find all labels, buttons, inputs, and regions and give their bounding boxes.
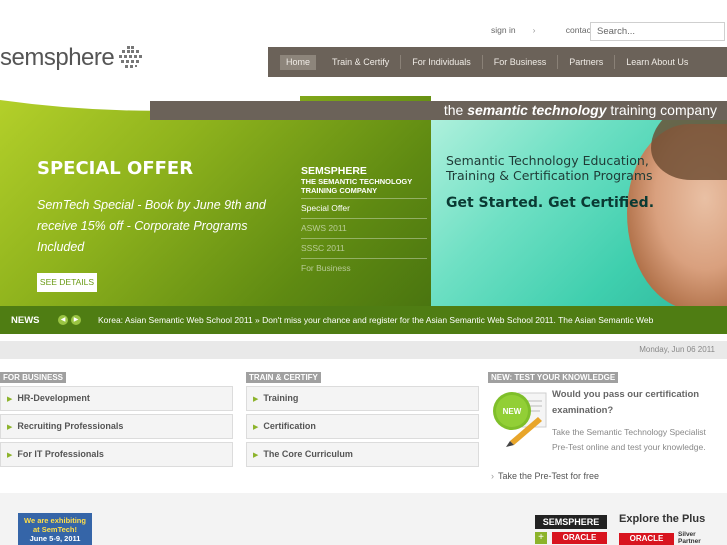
date-bar: Monday, Jun 06 2011: [0, 341, 727, 359]
side-menu-title: SEMSPHERE: [301, 165, 367, 177]
semtech-line1: We are exhibiting: [24, 516, 86, 525]
semtech-line3: June 5-9, 2011: [29, 534, 81, 543]
nav-for-individuals[interactable]: For Individuals: [401, 55, 483, 69]
triangle-right-icon: ▶: [7, 452, 13, 459]
silver-partner-label: Silver Partner: [678, 531, 701, 545]
list-item-it-professionals[interactable]: ▶ For IT Professionals: [0, 442, 233, 467]
hero-side-menu: SEMSPHERE THE SEMANTIC TECHNOLOGY TRAINI…: [301, 165, 427, 278]
pre-test-link-label: Take the Pre-Test for free: [498, 471, 600, 481]
hero-banner-title: Semantic Technology Education, Training …: [446, 153, 653, 183]
news-bar: NEWS ◀ ▶ Korea: Asian Semantic Web Schoo…: [0, 306, 727, 334]
triangle-right-icon: ▶: [253, 452, 259, 459]
list-item-label: The Core Curriculum: [263, 449, 353, 459]
for-business-heading: FOR BUSINESS: [0, 372, 67, 383]
news-label: NEWS: [11, 314, 40, 326]
list-item-label: HR-Development: [17, 393, 90, 403]
new-badge-text: NEW: [503, 407, 522, 416]
triangle-right-icon: ▶: [7, 396, 13, 403]
tagline-prefix: the: [443, 102, 468, 118]
list-item-label: Certification: [263, 421, 316, 431]
semtech-banner[interactable]: We are exhibiting at SemTech! June 5-9, …: [18, 513, 92, 545]
sign-in-link[interactable]: sign in ›: [491, 25, 549, 35]
triangle-right-icon: ▶: [253, 424, 259, 431]
tagline-suffix: training company: [606, 102, 717, 118]
logo-text: semsphere: [0, 44, 115, 71]
search-input[interactable]: [590, 22, 725, 41]
nav-for-business[interactable]: For Business: [483, 55, 559, 69]
oracle-plus-row: + ORACLE: [535, 532, 607, 544]
side-item-asws[interactable]: ASWS 2011: [301, 219, 427, 239]
new-badge-pencil-icon: NEW: [493, 392, 547, 447]
nav-partners[interactable]: Partners: [558, 55, 616, 69]
pre-test-link[interactable]: › Take the Pre-Test for free: [491, 471, 599, 481]
nav-home[interactable]: Home: [280, 54, 317, 70]
for-business-column: FOR BUSINESS ▶ HR-Development ▶ Recruiting…: [0, 367, 233, 470]
test-knowledge-heading: NEW: TEST YOUR KNOWLEDGE: [488, 372, 619, 383]
list-item-recruiting[interactable]: ▶ Recruiting Professionals: [0, 414, 233, 439]
hero-banner-image[interactable]: Semantic Technology Education, Training …: [431, 120, 727, 306]
side-item-for-business[interactable]: For Business: [301, 259, 427, 278]
plus-icon: +: [535, 532, 547, 544]
list-item-certification[interactable]: ▶ Certification: [246, 414, 479, 439]
see-details-button[interactable]: SEE DETAILS: [37, 273, 97, 292]
test-knowledge-column: NEW: TEST YOUR KNOWLEDGE NEW Would you p…: [488, 367, 727, 481]
list-item-training[interactable]: ▶ Training: [246, 386, 479, 411]
semsphere-logo: SEMSPHERE: [535, 515, 607, 529]
news-next-button[interactable]: ▶: [71, 315, 81, 325]
sign-in-label: sign in: [491, 25, 516, 35]
side-item-special-offer[interactable]: Special Offer: [301, 199, 427, 219]
main-nav: Home Train & Certify For Individuals For…: [268, 47, 727, 77]
list-item-hr-development[interactable]: ▶ HR-Development: [0, 386, 233, 411]
quiz-title: Would you pass our certification examina…: [552, 389, 700, 416]
partner-logos[interactable]: SEMSPHERE + ORACLE: [535, 515, 607, 544]
news-prev-button[interactable]: ◀: [58, 315, 68, 325]
logo[interactable]: semsphere: [0, 44, 143, 72]
semtech-line2: at SemTech!: [32, 525, 78, 534]
offer-text: SemTech Special - Book by June 9th and r…: [37, 198, 266, 254]
chevron-right-icon: ›: [532, 25, 536, 35]
hero-banner-title-line2: Training & Certification Programs: [446, 168, 653, 183]
offer-title: SPECIAL OFFER: [37, 158, 194, 179]
explore-the-plus[interactable]: Explore the Plus: [619, 513, 705, 525]
hair-photo: [651, 120, 727, 180]
train-certify-heading: TRAIN & CERTIFY: [246, 372, 321, 383]
list-item-label: Training: [263, 393, 299, 403]
hero-banner-title-line1: Semantic Technology Education,: [446, 153, 649, 168]
side-item-sssc[interactable]: SSSC 2011: [301, 239, 427, 259]
tagline-emphasis: semantic technology: [467, 102, 607, 118]
tagline-bar: the semantic technology training company: [150, 101, 727, 120]
list-item-core-curriculum[interactable]: ▶ The Core Curriculum: [246, 442, 479, 467]
list-item-label: For IT Professionals: [17, 449, 104, 459]
nav-train-certify[interactable]: Train & Certify: [321, 55, 402, 69]
oracle-partner-logo: ORACLE: [619, 533, 674, 545]
train-certify-column: TRAIN & CERTIFY ▶ Training ▶ Certification…: [246, 367, 479, 470]
triangle-right-icon: ▶: [253, 396, 259, 403]
arrow-left-icon: ◀: [60, 317, 66, 323]
triangle-right-icon: ▶: [7, 424, 13, 431]
list-item-label: Recruiting Professionals: [17, 421, 124, 431]
silver-line1: Silver: [678, 531, 696, 538]
news-ticker-text[interactable]: Korea: Asian Semantic Web School 2011 » …: [98, 315, 698, 325]
sphere-logo-icon: [119, 46, 143, 68]
silver-line2: Partner: [678, 538, 701, 545]
quiz-text: Take the Semantic Technology Specialist …: [552, 427, 706, 452]
arrow-right-icon: ▶: [73, 317, 79, 323]
oracle-logo: ORACLE: [552, 532, 607, 544]
chevron-right-icon: ›: [491, 471, 494, 481]
hero-banner-cta: Get Started. Get Certified.: [446, 195, 655, 211]
current-date: Monday, Jun 06 2011: [639, 345, 715, 354]
nav-learn-about-us[interactable]: Learn About Us: [615, 55, 699, 69]
side-menu-subtitle: THE SEMANTIC TECHNOLOGY TRAINING COMPANY: [301, 177, 427, 199]
footer: We are exhibiting at SemTech! June 5-9, …: [0, 493, 727, 545]
